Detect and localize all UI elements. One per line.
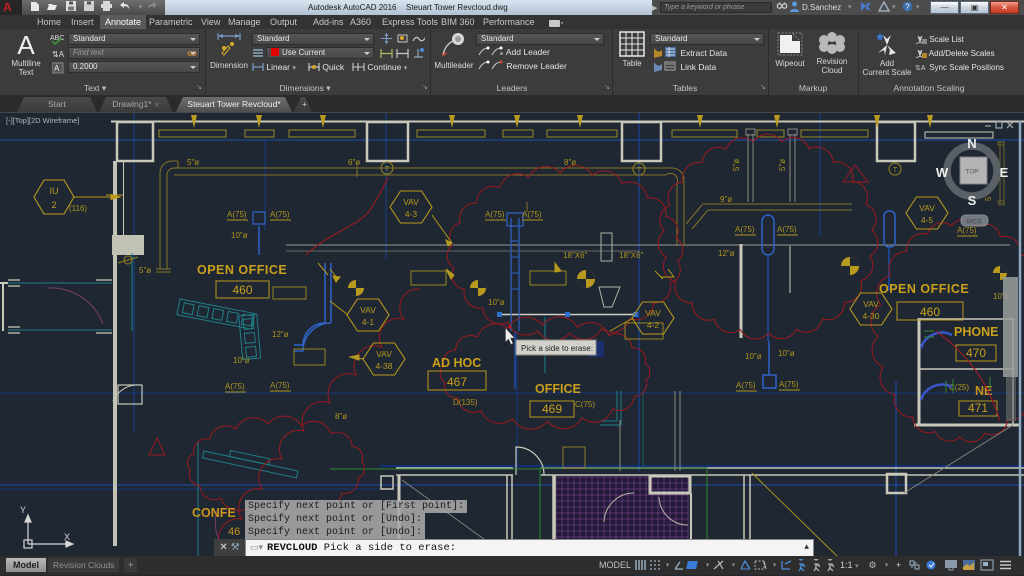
- svg-text:A(75): A(75): [227, 210, 247, 219]
- svg-text:A(75): A(75): [270, 381, 290, 390]
- svg-text:CONFE: CONFE: [192, 506, 236, 520]
- svg-text:A(75): A(75): [485, 210, 505, 219]
- svg-text:T: T: [637, 167, 642, 174]
- svg-text:⇅A: ⇅A: [915, 65, 926, 72]
- svg-text:VAV: VAV: [863, 299, 879, 309]
- svg-text:AD HOC: AD HOC: [432, 356, 481, 370]
- svg-text:A(75): A(75): [270, 210, 290, 219]
- svg-text:12"ø: 12"ø: [718, 249, 735, 258]
- svg-text:A(75): A(75): [777, 225, 797, 234]
- svg-text:4-5: 4-5: [921, 215, 934, 225]
- svg-text:S: S: [968, 193, 977, 208]
- svg-text:A(75): A(75): [957, 226, 977, 235]
- svg-text:IU: IU: [50, 186, 59, 196]
- svg-text:18"X6": 18"X6": [619, 251, 644, 260]
- svg-text:10"ø: 10"ø: [231, 231, 248, 240]
- svg-text:5"ø: 5"ø: [187, 158, 199, 167]
- svg-text:PHONE: PHONE: [954, 325, 998, 339]
- svg-text:18"X6": 18"X6": [563, 251, 588, 260]
- svg-text:VAV: VAV: [376, 349, 392, 359]
- svg-text:T: T: [385, 166, 390, 173]
- svg-text:10"ø: 10"ø: [745, 352, 762, 361]
- svg-text:4-38: 4-38: [375, 361, 392, 371]
- svg-text:A(75): A(75): [779, 380, 799, 389]
- svg-text:VAV: VAV: [360, 305, 376, 315]
- svg-text:10"ø: 10"ø: [488, 298, 505, 307]
- svg-text:5"ø: 5"ø: [732, 159, 741, 171]
- svg-text:9"ø: 9"ø: [720, 195, 732, 204]
- svg-text:4-1: 4-1: [362, 317, 375, 327]
- svg-text:WCS: WCS: [966, 219, 982, 226]
- svg-text:Y: Y: [20, 505, 26, 515]
- svg-text:10"ø: 10"ø: [778, 349, 795, 358]
- svg-text:8"ø: 8"ø: [564, 158, 576, 167]
- svg-text:X: X: [64, 532, 70, 542]
- svg-text:VAV: VAV: [645, 308, 661, 318]
- svg-text:OPEN OFFICE: OPEN OFFICE: [879, 282, 969, 296]
- svg-text:TOP: TOP: [965, 169, 978, 176]
- svg-text:?: ?: [905, 3, 910, 12]
- svg-text:4-2: 4-2: [647, 320, 660, 330]
- svg-text:E: E: [1000, 165, 1009, 180]
- svg-text:467: 467: [447, 375, 467, 389]
- svg-text:C(75): C(75): [575, 400, 595, 409]
- svg-text:460: 460: [232, 283, 252, 297]
- svg-text:C(25): C(25): [949, 383, 969, 392]
- svg-text:OPEN OFFICE: OPEN OFFICE: [197, 263, 287, 277]
- svg-text:A: A: [54, 64, 60, 73]
- svg-text:A(75): A(75): [225, 382, 245, 391]
- svg-text:470: 470: [966, 346, 986, 360]
- svg-text:(116): (116): [69, 204, 87, 213]
- svg-text:2: 2: [51, 200, 56, 210]
- svg-text:4-3: 4-3: [405, 209, 418, 219]
- svg-text:46: 46: [228, 526, 240, 538]
- svg-text:VAV: VAV: [919, 203, 935, 213]
- svg-text:OFFICE: OFFICE: [535, 382, 581, 396]
- svg-text:Pick a side to erase:: Pick a side to erase:: [521, 344, 593, 353]
- svg-text:469: 469: [542, 402, 562, 416]
- svg-text:T: T: [893, 167, 898, 174]
- svg-text:A(75): A(75): [735, 225, 755, 234]
- svg-text:10"ø: 10"ø: [233, 356, 250, 365]
- svg-text:D(135): D(135): [453, 398, 478, 407]
- svg-text:A(75): A(75): [736, 381, 756, 390]
- svg-text:[-][Top][2D Wireframe]: [-][Top][2D Wireframe]: [6, 116, 79, 125]
- svg-text:A(75): A(75): [522, 210, 542, 219]
- svg-text:W: W: [936, 165, 949, 180]
- svg-text:6"ø: 6"ø: [348, 158, 360, 167]
- svg-text:VAV: VAV: [403, 197, 419, 207]
- svg-text:12"ø: 12"ø: [272, 330, 289, 339]
- svg-text:5"ø: 5"ø: [139, 266, 151, 275]
- svg-text:8"ø: 8"ø: [335, 412, 347, 421]
- svg-text:N: N: [967, 136, 976, 151]
- svg-text:5"ø: 5"ø: [778, 159, 787, 171]
- svg-text:460: 460: [920, 305, 940, 319]
- svg-text:⇅A: ⇅A: [52, 50, 64, 59]
- svg-text:471: 471: [968, 401, 988, 415]
- svg-text:4-30: 4-30: [862, 311, 879, 321]
